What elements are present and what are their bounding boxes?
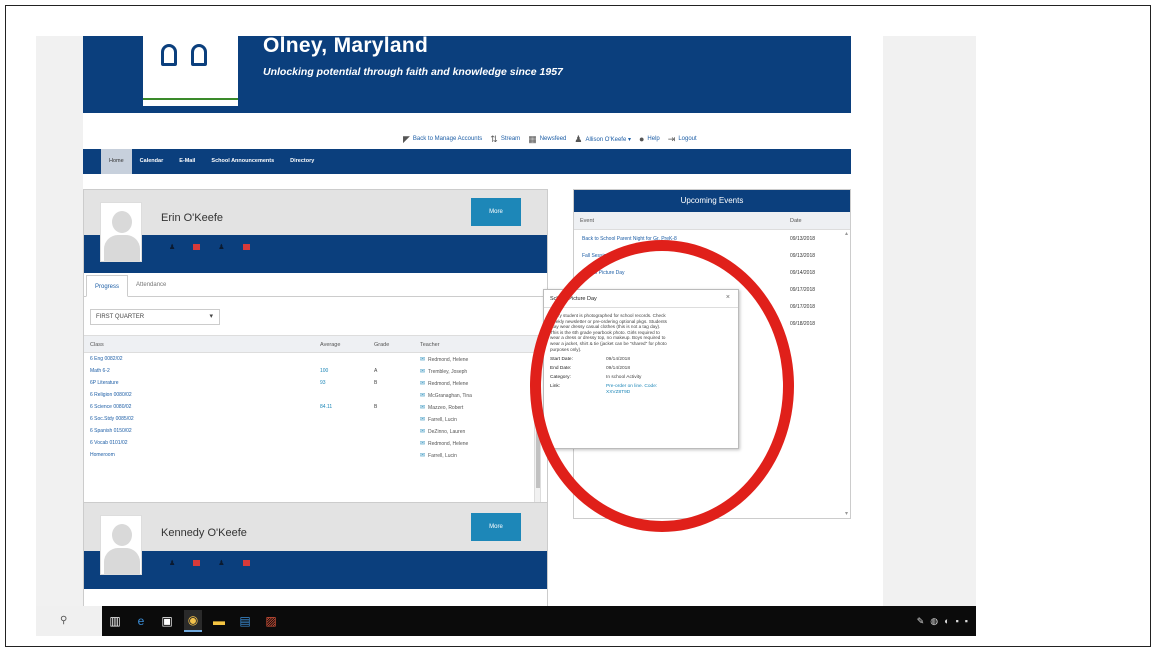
newsfeed-icon: ▦ — [528, 133, 537, 144]
network-icon[interactable]: ◍ — [930, 616, 938, 627]
scroll-down-icon[interactable]: ▾ — [845, 510, 848, 517]
powerpoint-icon[interactable]: ▨ — [262, 610, 280, 632]
taskbar-search-area: ⚲ — [36, 606, 102, 636]
task-view-icon[interactable]: ▥ — [106, 610, 124, 632]
chrome-icon[interactable]: ◉ — [184, 610, 202, 632]
store-icon[interactable]: ▣ — [158, 610, 176, 632]
table-row: 6 Religion 0080/02 ✉ McGranaghan, Tina — [90, 392, 472, 399]
user-icon[interactable]: ♟ — [169, 243, 175, 251]
more-button[interactable]: More — [471, 513, 521, 541]
student-quick-icons: ♟ ♟ — [169, 559, 250, 567]
taskbar: ⚲ ▥ e ▣ ◉ ▬ ▤ ▨ ✎ ◍ ◐ ▪ ▪ — [36, 606, 976, 636]
email-icon[interactable]: ✉ — [420, 417, 425, 423]
table-row: Math 6-2 100 A ✉ Trembley, Joseph — [90, 368, 468, 375]
student-card-toolbar: ♟ ♟ — [84, 551, 547, 589]
email-icon[interactable]: ✉ — [420, 357, 425, 363]
pen-icon[interactable]: ✎ — [917, 616, 925, 627]
more-button[interactable]: More — [471, 198, 521, 226]
nav-school-announcements[interactable]: School Announcements — [203, 149, 282, 174]
table-row: 6 Science 0080/02 84.11 B ✉ Mazzeo, Robert — [90, 404, 464, 411]
table-row: 6 Vocab 0101/02 ✉ Redmond, Helene — [90, 440, 469, 447]
event-row: Back to School Parent Night for Gr. PreK… — [582, 236, 816, 242]
taskbar-apps: ▥ e ▣ ◉ ▬ ▤ ▨ — [106, 606, 280, 636]
school-logo — [143, 36, 238, 106]
table-row: 6 Soc.Stdy 0085/02 ✉ Farrell, Lucin — [90, 416, 457, 423]
quarter-select[interactable]: FIRST QUARTER ▾ — [90, 309, 220, 325]
volume-icon[interactable]: ◐ — [944, 616, 949, 627]
school-motto: Unlocking potential through faith and kn… — [263, 66, 563, 78]
chevron-down-icon: ▾ — [209, 313, 213, 320]
outlook-icon[interactable]: ▤ — [236, 610, 254, 632]
school-name: Olney, Maryland — [263, 36, 429, 57]
screenshot-frame: Olney, Maryland Unlocking potential thro… — [5, 5, 1151, 647]
browser-viewport: Olney, Maryland Unlocking potential thro… — [36, 36, 976, 636]
student-name: Kennedy O'Keefe — [161, 527, 247, 539]
tab-attendance[interactable]: Attendance — [128, 274, 174, 296]
logout-link[interactable]: ⇥ Logout — [668, 134, 697, 145]
mail-icon[interactable] — [193, 560, 201, 566]
email-icon[interactable]: ✉ — [420, 381, 425, 387]
nav-calendar[interactable]: Calendar — [132, 149, 172, 174]
table-row: 6 Spanish 0150/02 ✉ DeZinno, Lauren — [90, 428, 466, 435]
help-icon: ● — [638, 134, 645, 144]
stream-link[interactable]: ⇅ Stream — [490, 134, 520, 145]
help-link[interactable]: ● Help — [639, 134, 660, 144]
nav-directory[interactable]: Directory — [282, 149, 322, 174]
mail-icon[interactable] — [193, 244, 201, 250]
email-icon[interactable]: ✉ — [420, 393, 425, 399]
back-to-accounts-link[interactable]: ◤ Back to Manage Accounts — [403, 134, 482, 145]
email-icon[interactable]: ✉ — [420, 369, 425, 375]
logout-icon: ⇥ — [667, 133, 676, 144]
notifications-icon[interactable]: ▪ — [965, 616, 968, 627]
logo-window-icon — [191, 44, 207, 66]
utility-bar: ◤ Back to Manage Accounts ⇅ Stream ▦ Newsfe… — [403, 132, 853, 146]
grades-table: Class Average Grade Teacher 6 Eng 0082/0… — [84, 335, 547, 507]
stream-icon: ⇅ — [490, 133, 498, 144]
logo-window-icon — [161, 44, 177, 66]
alert-icon[interactable] — [242, 244, 250, 250]
group-icon[interactable]: ♟ — [218, 243, 224, 251]
student-tabs: Progress Attendance — [84, 273, 547, 297]
user-icon[interactable]: ♟ — [169, 559, 175, 567]
nav-email[interactable]: E-Mail — [171, 149, 203, 174]
table-row: Homeroom ✉ Farrell, Lucin — [90, 452, 457, 459]
events-title: Upcoming Events — [574, 190, 850, 212]
table-header: Class Average Grade Teacher — [84, 335, 547, 353]
edge-browser-icon[interactable]: e — [132, 610, 150, 632]
user-icon: ♟ — [574, 133, 583, 144]
email-icon[interactable]: ✉ — [420, 405, 425, 411]
nav-home[interactable]: Home — [101, 149, 132, 174]
main-nav: Home Calendar E-Mail School Announcement… — [83, 149, 851, 174]
email-icon[interactable]: ✉ — [420, 453, 425, 459]
student-card-header: Kennedy O'Keefe More — [84, 503, 547, 551]
student-name: Erin O'Keefe — [161, 212, 224, 224]
student-card: Erin O'Keefe More ♟ ♟ Progress Attendanc… — [83, 189, 548, 519]
alert-icon[interactable] — [242, 560, 250, 566]
student-quick-icons: ♟ ♟ — [169, 243, 250, 251]
newsfeed-link[interactable]: ▦ Newsfeed — [528, 134, 566, 145]
tab-progress[interactable]: Progress — [86, 275, 129, 297]
avatar — [100, 202, 142, 262]
student-card-toolbar: ♟ ♟ — [84, 235, 547, 273]
table-row: 6 Eng 0082/02 ✉ Redmond, Helene — [90, 356, 469, 363]
user-menu[interactable]: ♟ Allison O'Keefe ▾ — [574, 134, 631, 145]
file-explorer-icon[interactable]: ▬ — [210, 610, 228, 632]
events-header: Event Date — [574, 212, 850, 230]
logo-underline — [143, 98, 238, 108]
table-row: 6P Literature 93 B ✉ Redmond, Helene — [90, 380, 469, 387]
group-icon[interactable]: ♟ — [218, 559, 224, 567]
battery-icon[interactable]: ▪ — [956, 616, 959, 627]
student-card-header: Erin O'Keefe More — [84, 190, 547, 235]
search-icon[interactable]: ⚲ — [60, 615, 67, 626]
email-icon[interactable]: ✉ — [420, 429, 425, 435]
avatar — [100, 515, 142, 575]
back-arrow-icon: ◤ — [403, 133, 410, 144]
scroll-up-icon[interactable]: ▴ — [845, 230, 848, 237]
email-icon[interactable]: ✉ — [420, 441, 425, 447]
annotation-circle — [530, 240, 794, 532]
system-tray: ✎ ◍ ◐ ▪ ▪ — [917, 616, 968, 627]
